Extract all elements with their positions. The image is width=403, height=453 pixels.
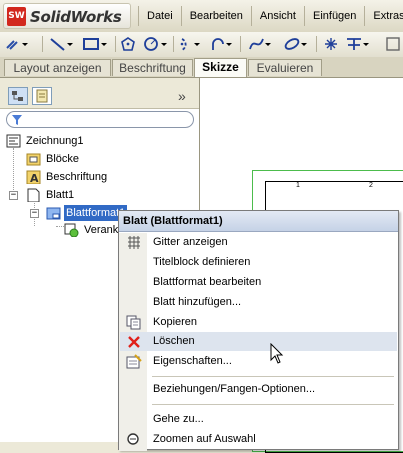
blocks-folder-icon [26, 153, 41, 166]
svg-text:A: A [30, 172, 39, 184]
menu-item-blattformat-bearbeiten[interactable]: Blattformat bearbeiten [120, 273, 397, 292]
spline-icon[interactable] [248, 35, 274, 53]
ellipse-icon[interactable] [283, 35, 309, 53]
menu-datei[interactable]: Datei [139, 0, 181, 32]
zoom-to-selection-icon [127, 433, 139, 445]
toolbar-separator [42, 36, 43, 52]
menu-item-label: Titelblock definieren [153, 256, 251, 268]
tab-evaluieren[interactable]: Evaluieren [248, 59, 322, 76]
tree-connector [13, 148, 14, 192]
property-manager-tab-icon[interactable] [32, 87, 52, 105]
filter-icon [12, 115, 22, 125]
menu-item-label: Beziehungen/Fangen-Optionen... [153, 383, 316, 395]
logo-text: SolidWorks [30, 8, 122, 26]
menu-item-eigenschaften[interactable]: Eigenschaften... [120, 352, 397, 371]
tree-filter-input[interactable] [6, 111, 194, 128]
tree-item-label: Beschriftung [46, 171, 108, 183]
annotations-icon: A [26, 170, 41, 184]
smart-dimension-icon[interactable] [4, 35, 30, 53]
mouse-pointer-icon [270, 343, 284, 364]
centerpoint-arc-icon[interactable] [178, 35, 204, 53]
zone-number: 1 [296, 182, 300, 189]
menu-separator [152, 376, 394, 377]
menu-item-label: Gitter anzeigen [153, 236, 228, 248]
tab-beschriftung[interactable]: Beschriftung [112, 59, 193, 76]
tab-layout-anzeigen[interactable]: Layout anzeigen [4, 59, 111, 76]
tree-item-label: Blöcke [46, 153, 80, 165]
tab-skizze[interactable]: Skizze [194, 58, 247, 77]
zone-number: 2 [369, 182, 373, 189]
sketch-fillet-icon[interactable] [385, 35, 403, 53]
solidworks-logo-icon: SW [7, 7, 26, 26]
menu-item-label: Gehe zu... [153, 413, 204, 425]
menu-item-loeschen[interactable]: Löschen [120, 332, 397, 351]
tree-connector [56, 226, 64, 227]
command-manager-tabs: Layout anzeigen Beschriftung Skizze Eval… [0, 57, 403, 78]
menu-item-label: Zoomen auf Auswahl [153, 433, 256, 445]
tree-item-label: Zeichnung1 [26, 135, 84, 147]
copy-icon [126, 315, 141, 330]
menu-item-label: Kopieren [153, 316, 198, 328]
toolbar-separator [316, 36, 317, 52]
collapse-toggle-blatt1[interactable]: − [9, 191, 18, 200]
menu-extras[interactable]: Extras [365, 0, 403, 32]
menu-item-gitter-anzeigen[interactable]: Gitter anzeigen [120, 233, 397, 252]
title-bar: SW SolidWorks Datei Bearbeiten Ansicht E… [0, 0, 403, 33]
menu-item-label: Blattformat bearbeiten [153, 276, 262, 288]
menu-item-label: Eigenschaften... [153, 355, 232, 367]
centerline-icon[interactable] [345, 35, 371, 53]
context-menu: Blatt (Blattformat1) Gitter anzeigen Tit… [118, 210, 399, 451]
menu-item-kopieren[interactable]: Kopieren [120, 313, 397, 332]
tangent-arc-icon[interactable] [210, 35, 236, 53]
anchor-point-icon [64, 223, 79, 237]
tree-item-label: Blatt1 [46, 189, 75, 201]
menu-item-label: Blatt hinzufügen... [153, 296, 242, 308]
collapse-toggle-blattformat1[interactable]: − [30, 209, 39, 218]
rectangle-icon[interactable] [82, 35, 108, 53]
chevron-double-right-icon[interactable]: » [178, 88, 186, 104]
grid-icon [128, 236, 140, 249]
menu-einfuegen[interactable]: Einfügen [305, 0, 364, 32]
sketch-toolbar [0, 32, 403, 58]
menu-item-label: Löschen [153, 335, 195, 347]
context-menu-title: Blatt (Blattformat1) [119, 211, 398, 232]
toolbar-separator [115, 36, 116, 52]
menu-bearbeiten[interactable]: Bearbeiten [182, 0, 251, 32]
menu-item-beziehungen-fangen-optionen[interactable]: Beziehungen/Fangen-Optionen... [120, 380, 397, 399]
toolbar-separator [173, 36, 174, 52]
sheet-icon [27, 188, 40, 202]
sheet-format-icon [46, 207, 61, 220]
solidworks-logo[interactable]: SW SolidWorks [3, 3, 131, 29]
drawing-document-icon [6, 134, 21, 148]
feature-manager-tabs: » [0, 78, 199, 109]
menu-item-titelblock-definieren[interactable]: Titelblock definieren [120, 253, 397, 272]
feature-tree-tab-icon[interactable] [8, 87, 28, 105]
menu-ansicht[interactable]: Ansicht [252, 0, 304, 32]
line-icon[interactable] [48, 35, 74, 53]
menu-item-blatt-hinzufuegen[interactable]: Blatt hinzufügen... [120, 293, 397, 312]
menu-bar: Datei Bearbeiten Ansicht Einfügen Extras [138, 0, 403, 32]
menu-item-gehe-zu[interactable]: Gehe zu... [120, 410, 397, 429]
menu-separator [152, 404, 394, 405]
menu-item-zoomen-auf-auswahl[interactable]: Zoomen auf Auswahl [120, 430, 397, 449]
properties-icon [126, 354, 142, 369]
delete-x-icon [128, 336, 140, 348]
circle-icon[interactable] [143, 35, 169, 53]
toolbar-separator [240, 36, 241, 52]
